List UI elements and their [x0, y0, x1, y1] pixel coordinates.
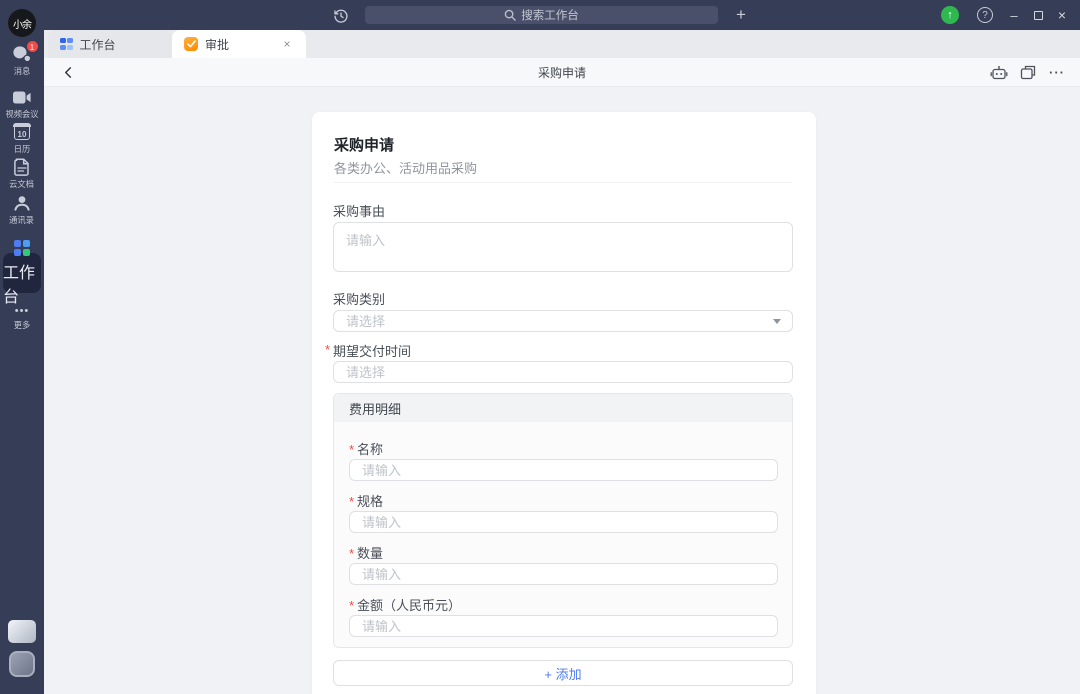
field-label-quantity: *数量	[349, 543, 383, 562]
field-label-purchase-category: 采购类别	[333, 289, 385, 308]
field-label-purchase-reason: 采购事由	[333, 201, 385, 220]
upgrade-icon[interactable]: ↑	[941, 6, 959, 24]
field-label-expected-delivery-date: * 期望交付时间	[333, 341, 411, 360]
field-label-name: *名称	[349, 439, 383, 458]
sidebar: 小余 1 消息 视频会议 10 日历 云文档	[0, 0, 44, 694]
more-icon: •••	[15, 305, 30, 317]
purchase-category-input[interactable]	[333, 310, 793, 332]
video-icon	[12, 88, 32, 106]
workbench-icon	[14, 240, 30, 256]
workbench-tab-icon	[60, 38, 73, 51]
contacts-icon	[13, 194, 31, 212]
search-input[interactable]: 搜索工作台	[365, 6, 718, 24]
sidebar-item-label: 消息	[14, 66, 31, 75]
sidebar-item-cloud-docs[interactable]: 云文档	[0, 158, 44, 189]
required-mark: *	[349, 442, 357, 457]
approval-tab-icon	[184, 37, 198, 51]
purchase-reason-textarea[interactable]	[333, 222, 793, 272]
section-title: 费用明细	[334, 394, 792, 422]
open-in-window-icon[interactable]	[1015, 58, 1041, 87]
sidebar-item-more[interactable]: ••• 更多	[0, 305, 44, 330]
sidebar-item-video-meeting[interactable]: 视频会议	[0, 88, 44, 119]
page-header: 采购申请 ···	[44, 58, 1080, 87]
form-card: 采购申请 各类办公、活动用品采购 采购事由 采购类别 * 期望交付时间	[312, 112, 816, 694]
search-icon	[504, 9, 516, 21]
maximize-button[interactable]	[1026, 0, 1050, 30]
sidebar-item-label: 更多	[14, 320, 31, 329]
field-label-amount: *金额（人民币元）	[349, 595, 461, 614]
tab-label: 审批	[205, 36, 229, 53]
sidebar-item-label: 云文档	[10, 179, 35, 188]
cloud-docs-icon	[14, 158, 30, 176]
sidebar-item-calendar[interactable]: 10 日历	[0, 123, 44, 154]
unread-badge: 1	[26, 40, 39, 53]
tab-strip: 工作台 审批 ×	[44, 30, 1080, 58]
search-placeholder: 搜索工作台	[521, 7, 579, 23]
chat-icon: 1	[13, 45, 32, 63]
dock-app-icon-1[interactable]	[8, 620, 36, 643]
avatar[interactable]: 小余	[8, 9, 36, 37]
divider	[334, 182, 792, 183]
required-mark: *	[349, 546, 357, 561]
tab-workbench[interactable]: 工作台	[48, 30, 172, 58]
help-icon[interactable]: ?	[977, 7, 993, 23]
minimize-button[interactable]: –	[1002, 0, 1026, 30]
sidebar-item-contacts[interactable]: 通讯录	[0, 194, 44, 225]
sidebar-item-label: 日历	[14, 144, 31, 153]
expected-delivery-date-input[interactable]	[333, 361, 793, 383]
dock-app-icon-2[interactable]	[9, 651, 35, 677]
topbar: 搜索工作台 + ↑ ? – ×	[44, 0, 1080, 30]
form-title: 采购申请	[334, 134, 394, 155]
tab-label: 工作台	[80, 36, 116, 53]
item-spec-input[interactable]	[349, 511, 778, 533]
item-quantity-input[interactable]	[349, 563, 778, 585]
new-tab-button[interactable]: +	[731, 4, 751, 26]
purchase-category-select[interactable]	[333, 310, 793, 332]
bot-icon[interactable]	[986, 58, 1012, 87]
close-button[interactable]: ×	[1050, 0, 1074, 30]
required-mark: *	[349, 598, 357, 613]
more-actions-icon[interactable]: ···	[1044, 58, 1070, 87]
main-content: 采购申请 各类办公、活动用品采购 采购事由 采购类别 * 期望交付时间	[44, 87, 1080, 694]
page-title: 采购申请	[44, 58, 1080, 87]
history-icon[interactable]	[332, 7, 349, 24]
calendar-icon: 10	[14, 123, 30, 141]
required-mark: *	[349, 494, 357, 509]
expense-detail-section: 费用明细 *名称 *规格 *数量 *金额（人民币元）	[333, 393, 793, 648]
sidebar-item-label: 工作台	[3, 259, 41, 307]
tab-close-icon[interactable]: ×	[280, 37, 294, 51]
item-name-input[interactable]	[349, 459, 778, 481]
sidebar-item-label: 通讯录	[10, 215, 35, 224]
sidebar-item-workbench[interactable]: 工作台	[3, 253, 41, 293]
field-label-spec: *规格	[349, 491, 383, 510]
form-subtitle: 各类办公、活动用品采购	[334, 158, 477, 177]
sidebar-item-label: 视频会议	[5, 109, 38, 118]
required-mark: *	[325, 342, 330, 357]
maximize-icon	[1034, 11, 1043, 20]
add-row-button[interactable]: + 添加	[333, 660, 793, 686]
app-window: 小余 1 消息 视频会议 10 日历 云文档	[0, 0, 1080, 694]
tab-approval[interactable]: 审批 ×	[172, 30, 306, 58]
item-amount-input[interactable]	[349, 615, 778, 637]
sidebar-item-messages[interactable]: 1 消息	[0, 45, 44, 76]
